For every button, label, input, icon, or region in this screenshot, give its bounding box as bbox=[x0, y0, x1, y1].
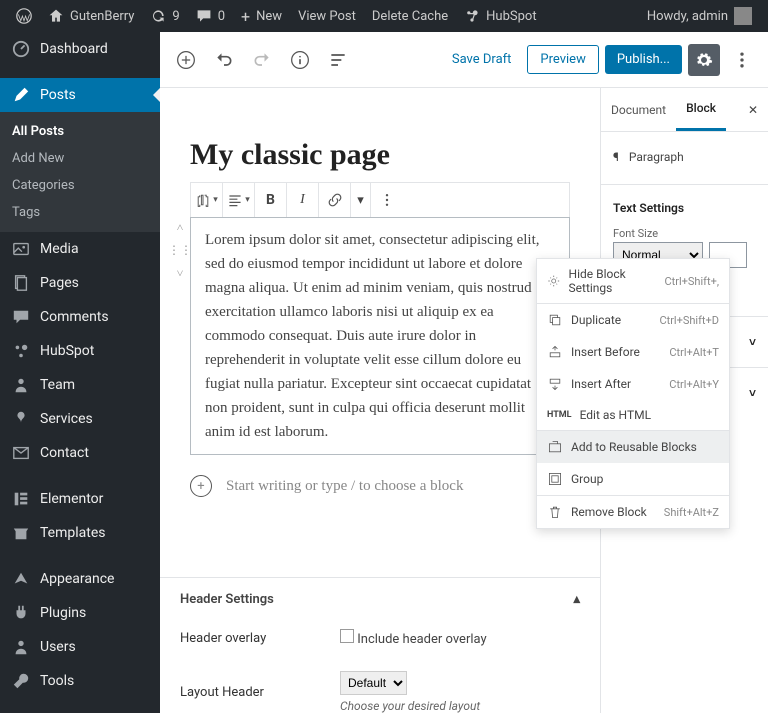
menu-hubspot[interactable]: HubSpot bbox=[0, 334, 160, 368]
editor-canvas: My classic page B I ▾ ˄ ⋮⋮ bbox=[160, 88, 600, 713]
menu-hide-settings[interactable]: Hide Block SettingsCtrl+Shift+, bbox=[537, 259, 729, 303]
block-type-button[interactable] bbox=[191, 183, 223, 217]
align-button[interactable] bbox=[223, 183, 255, 217]
wp-logo[interactable] bbox=[8, 8, 40, 24]
paragraph-text: Lorem ipsum dolor sit amet, consectetur … bbox=[205, 232, 540, 440]
menu-media[interactable]: Media bbox=[0, 232, 160, 266]
menu-services[interactable]: Services bbox=[0, 402, 160, 436]
block-more-button[interactable] bbox=[371, 183, 403, 217]
save-draft-button[interactable]: Save Draft bbox=[442, 46, 522, 73]
view-post[interactable]: View Post bbox=[290, 9, 364, 24]
menu-duplicate[interactable]: DuplicateCtrl+Shift+D bbox=[537, 304, 729, 336]
tab-document[interactable]: Document bbox=[601, 88, 676, 131]
overlay-check-label: Include header overlay bbox=[357, 632, 486, 647]
post-title[interactable]: My classic page bbox=[190, 138, 570, 172]
link-button[interactable] bbox=[319, 183, 351, 217]
menu-templates[interactable]: Templates bbox=[0, 516, 160, 550]
drag-handle[interactable]: ⋮⋮ bbox=[168, 241, 192, 260]
menu-contact[interactable]: Contact bbox=[0, 436, 160, 470]
menu-group[interactable]: Group bbox=[537, 463, 729, 495]
overlay-checkbox[interactable] bbox=[340, 629, 354, 643]
menu-team[interactable]: Team bbox=[0, 368, 160, 402]
admin-bar: GutenBerry 9 0 +New View Post Delete Cac… bbox=[0, 0, 768, 32]
avatar bbox=[734, 7, 752, 25]
delete-cache[interactable]: Delete Cache bbox=[364, 9, 456, 24]
menu-posts[interactable]: Posts bbox=[0, 78, 160, 112]
paragraph-block[interactable]: ˄ ⋮⋮ ˅ Lorem ipsum dolor sit amet, conse… bbox=[190, 217, 570, 455]
updates[interactable]: 9 bbox=[142, 8, 187, 24]
paragraph-icon: ¶ bbox=[613, 150, 619, 164]
block-options-menu: Hide Block SettingsCtrl+Shift+, Duplicat… bbox=[536, 258, 730, 529]
metabox-header-settings: Header Settings ▴ Header overlay Include… bbox=[160, 577, 600, 713]
menu-insert-before[interactable]: Insert BeforeCtrl+Alt+T bbox=[537, 336, 729, 368]
submenu-posts: All Posts Add New Categories Tags bbox=[0, 112, 160, 232]
editor-toolbar: Save Draft Preview Publish... bbox=[160, 32, 768, 88]
menu-appearance[interactable]: Appearance bbox=[0, 562, 160, 596]
move-up-button[interactable]: ˄ bbox=[177, 218, 184, 237]
hubspot-link[interactable]: HubSpot bbox=[456, 8, 544, 24]
comments-count[interactable]: 0 bbox=[188, 8, 233, 24]
italic-button[interactable]: I bbox=[287, 183, 319, 217]
new-content[interactable]: +New bbox=[233, 7, 290, 26]
site-name: GutenBerry bbox=[70, 9, 134, 24]
outline-button[interactable] bbox=[322, 44, 354, 76]
menu-dashboard[interactable]: Dashboard bbox=[0, 32, 160, 66]
panel-text-settings: Text Settings bbox=[613, 191, 756, 221]
block-mover: ˄ ⋮⋮ ˅ bbox=[171, 218, 189, 284]
layout-select[interactable]: Default bbox=[340, 671, 407, 695]
close-settings-button[interactable]: ✕ bbox=[738, 103, 768, 117]
more-menu-button[interactable] bbox=[726, 44, 758, 76]
block-appender[interactable]: + Start writing or type / to choose a bl… bbox=[190, 475, 570, 497]
appender-placeholder: Start writing or type / to choose a bloc… bbox=[226, 478, 463, 495]
add-block-button[interactable] bbox=[170, 44, 202, 76]
layout-hint: Choose your desired layout bbox=[340, 699, 480, 713]
menu-elementor[interactable]: Elementor bbox=[0, 482, 160, 516]
menu-plugins[interactable]: Plugins bbox=[0, 596, 160, 630]
my-account[interactable]: Howdy, admin bbox=[639, 7, 760, 25]
submenu-add-new[interactable]: Add New bbox=[0, 145, 160, 172]
block-toolbar: B I ▾ bbox=[190, 182, 570, 218]
plus-icon[interactable]: + bbox=[190, 475, 212, 497]
menu-users[interactable]: Users bbox=[0, 630, 160, 664]
more-rich-button[interactable]: ▾ bbox=[351, 183, 371, 217]
editor-main: Save Draft Preview Publish... My classic… bbox=[160, 32, 768, 713]
chevron-down-icon: ˅ bbox=[749, 386, 756, 400]
tab-block[interactable]: Block bbox=[676, 88, 726, 131]
submenu-tags[interactable]: Tags bbox=[0, 199, 160, 226]
menu-pages[interactable]: Pages bbox=[0, 266, 160, 300]
chevron-down-icon: ˅ bbox=[749, 335, 756, 349]
block-name-label: Paragraph bbox=[629, 150, 684, 164]
move-down-button[interactable]: ˅ bbox=[177, 264, 184, 283]
submenu-categories[interactable]: Categories bbox=[0, 172, 160, 199]
menu-insert-after[interactable]: Insert AfterCtrl+Alt+Y bbox=[537, 368, 729, 400]
font-size-label: Font Size bbox=[613, 227, 756, 240]
settings-toggle-button[interactable] bbox=[688, 44, 720, 76]
preview-button[interactable]: Preview bbox=[527, 45, 598, 74]
metabox-toggle[interactable]: ▴ bbox=[573, 592, 580, 607]
layout-label: Layout Header bbox=[180, 685, 340, 700]
admin-sidebar: Dashboard Posts All Posts Add New Catego… bbox=[0, 32, 160, 713]
bold-button[interactable]: B bbox=[255, 183, 287, 217]
menu-remove-block[interactable]: Remove BlockShift+Alt+Z bbox=[537, 496, 729, 528]
site-home[interactable]: GutenBerry bbox=[40, 8, 142, 24]
publish-button[interactable]: Publish... bbox=[605, 45, 682, 74]
submenu-all-posts[interactable]: All Posts bbox=[0, 118, 160, 145]
metabox-title: Header Settings bbox=[180, 592, 274, 607]
undo-button[interactable] bbox=[208, 44, 240, 76]
menu-add-reusable[interactable]: Add to Reusable Blocks bbox=[537, 431, 729, 463]
menu-tools[interactable]: Tools bbox=[0, 664, 160, 698]
menu-comments[interactable]: Comments bbox=[0, 300, 160, 334]
overlay-label: Header overlay bbox=[180, 631, 340, 646]
menu-edit-html[interactable]: HTMLEdit as HTML bbox=[537, 400, 729, 430]
info-button[interactable] bbox=[284, 44, 316, 76]
redo-button[interactable] bbox=[246, 44, 278, 76]
